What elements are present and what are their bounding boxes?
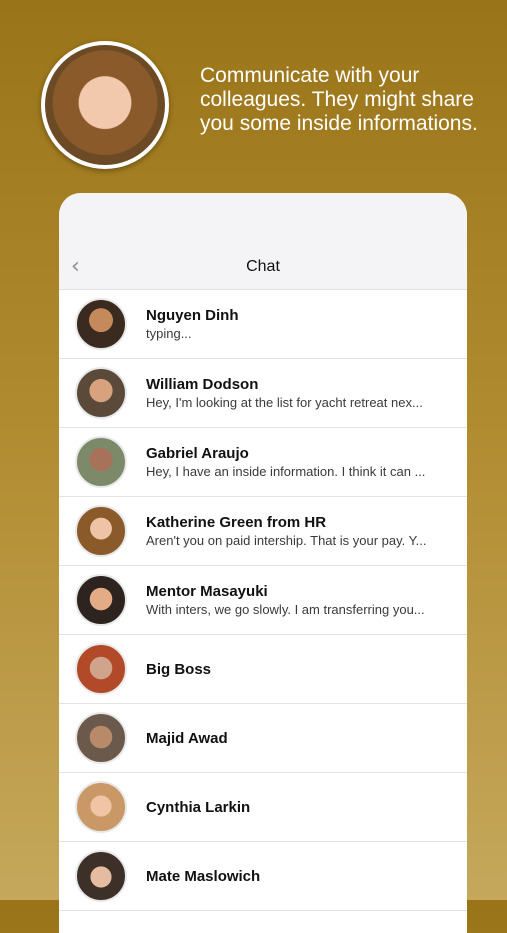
avatar xyxy=(75,298,127,350)
hero-avatar-photo xyxy=(45,45,165,165)
message-preview: Hey, I have an inside information. I thi… xyxy=(146,464,426,479)
chat-row-4[interactable]: Mentor Masayuki With inters, we go slowl… xyxy=(59,566,467,635)
avatar xyxy=(75,367,127,419)
contact-name: Big Boss xyxy=(146,661,212,678)
contact-name: William Dodson xyxy=(146,376,259,393)
chat-row-1[interactable]: William Dodson Hey, I'm looking at the l… xyxy=(59,359,467,428)
avatar xyxy=(75,712,127,764)
avatar xyxy=(75,781,127,833)
chat-row-8[interactable]: Mate Maslowich xyxy=(59,842,467,911)
hero-avatar xyxy=(41,41,169,169)
avatar xyxy=(75,505,127,557)
contact-name: Katherine Green from HR xyxy=(146,514,327,531)
chat-row-7[interactable]: Cynthia Larkin xyxy=(59,773,467,842)
card-top xyxy=(59,193,467,245)
contact-name: Cynthia Larkin xyxy=(146,799,251,816)
chat-card: ‹ Chat Nguyen Dinh typing... William Dod… xyxy=(59,193,467,933)
contact-name: Nguyen Dinh xyxy=(146,307,239,324)
message-preview: Hey, I'm looking at the list for yacht r… xyxy=(146,395,423,410)
contact-name: Gabriel Araujo xyxy=(146,445,249,462)
avatar xyxy=(75,850,127,902)
page-title: Chat xyxy=(246,258,280,275)
chat-row-0[interactable]: Nguyen Dinh typing... xyxy=(59,290,467,359)
contact-name: Majid Awad xyxy=(146,730,228,747)
avatar xyxy=(75,436,127,488)
hero-text: Communicate with your colleagues. They m… xyxy=(200,64,478,135)
chat-row-6[interactable]: Majid Awad xyxy=(59,704,467,773)
chat-row-2[interactable]: Gabriel Araujo Hey, I have an inside inf… xyxy=(59,428,467,497)
avatar xyxy=(75,643,127,695)
chat-row-3[interactable]: Katherine Green from HR Aren't you on pa… xyxy=(59,497,467,566)
navbar: ‹ Chat xyxy=(59,245,467,290)
contact-name: Mentor Masayuki xyxy=(146,583,268,600)
contact-name: Mate Maslowich xyxy=(146,868,261,885)
message-preview: typing... xyxy=(146,326,192,341)
message-preview: With inters, we go slowly. I am transfer… xyxy=(146,602,425,617)
avatar xyxy=(75,574,127,626)
message-preview: Aren't you on paid intership. That is yo… xyxy=(146,533,427,548)
chat-row-5[interactable]: Big Boss xyxy=(59,635,467,704)
